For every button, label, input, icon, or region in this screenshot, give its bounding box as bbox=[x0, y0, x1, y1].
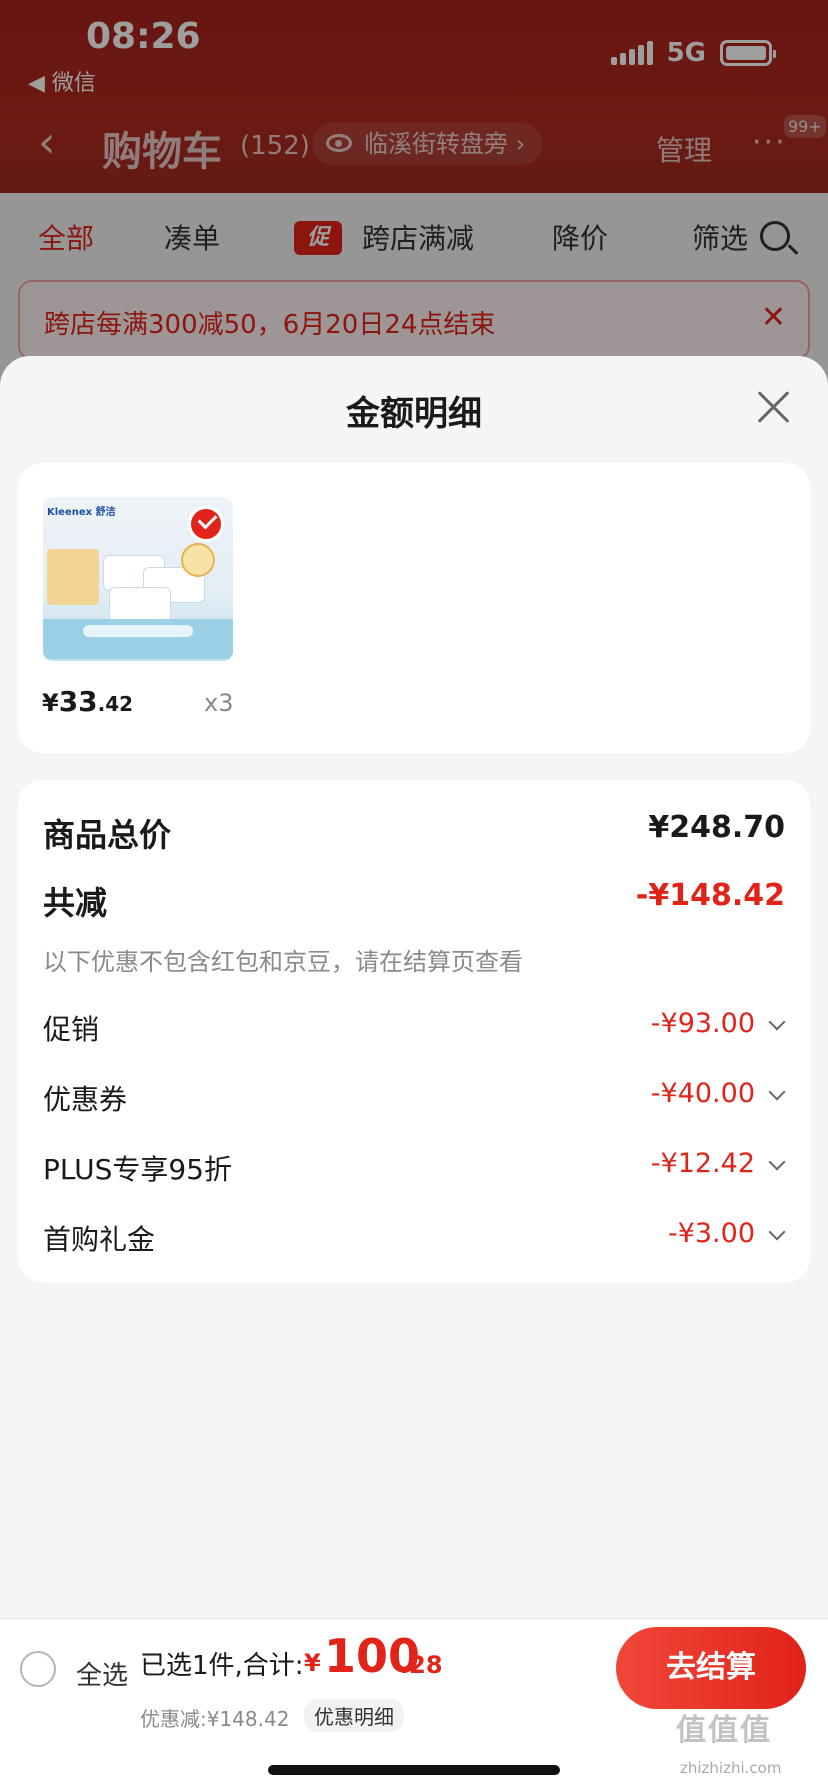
chevron-down-icon bbox=[768, 1083, 786, 1101]
discount-value: -¥12.42 bbox=[651, 1148, 786, 1179]
checkout-button[interactable]: 去结算 bbox=[616, 1627, 806, 1709]
watermark-url: zhizhizhi.com bbox=[680, 1759, 782, 1777]
close-icon[interactable] bbox=[754, 386, 794, 426]
total-price-label: 商品总价 bbox=[43, 816, 172, 854]
product-card: Kleenex 舒洁 ¥33.42 x3 bbox=[18, 463, 810, 753]
select-all-checkbox[interactable] bbox=[20, 1651, 56, 1687]
price-breakdown-card: 商品总价 ¥248.70 共减 -¥148.42 以下优惠不包含红包和京豆，请在… bbox=[18, 780, 810, 1282]
discount-label: 优惠券 bbox=[43, 1083, 128, 1116]
discount-label: 促销 bbox=[43, 1013, 100, 1046]
selected-check-icon[interactable] bbox=[188, 506, 224, 542]
chevron-down-icon bbox=[768, 1223, 786, 1241]
selected-summary: 已选1件,合计: bbox=[140, 1651, 304, 1681]
sheet-title: 金额明细 bbox=[346, 394, 482, 434]
store-hot-badge bbox=[181, 543, 215, 577]
discount-value: -¥93.00 bbox=[651, 1008, 786, 1039]
discount-summary: 优惠减:¥148.42 bbox=[140, 1707, 290, 1731]
chevron-down-icon bbox=[768, 1153, 786, 1171]
select-all-label[interactable]: 全选 bbox=[76, 1655, 128, 1692]
product-brand-logo: Kleenex 舒洁 bbox=[47, 507, 116, 518]
product-price: ¥33.42 bbox=[42, 685, 134, 718]
discount-value: -¥40.00 bbox=[651, 1078, 786, 1109]
total-currency: ¥ bbox=[304, 1649, 321, 1677]
watermark: 值值值 bbox=[676, 1713, 772, 1748]
total-amount-dec: .28 bbox=[400, 1651, 443, 1679]
amount-detail-sheet: 金额明细 Kleenex 舒洁 ¥33.42 x3 商品总价 ¥248.70 共… bbox=[0, 356, 828, 1792]
discount-detail-link[interactable]: 优惠明细 bbox=[304, 1699, 404, 1732]
discount-label: PLUS专享95折 bbox=[43, 1153, 232, 1186]
discount-value: -¥3.00 bbox=[668, 1218, 786, 1249]
discount-row[interactable]: 优惠券 -¥40.00 bbox=[43, 1078, 786, 1118]
discount-row[interactable]: PLUS专享95折 -¥12.42 bbox=[43, 1148, 786, 1188]
total-price-value: ¥248.70 bbox=[648, 810, 785, 845]
home-indicator bbox=[268, 1765, 560, 1775]
checkout-bar: 全选 已选1件,合计: ¥ 100 .28 优惠减:¥148.42 优惠明细 去… bbox=[0, 1618, 828, 1792]
discount-label: 首购礼金 bbox=[43, 1223, 156, 1256]
discount-row[interactable]: 促销 -¥93.00 bbox=[43, 1008, 786, 1048]
total-reduce-label: 共减 bbox=[43, 884, 108, 922]
product-quantity: x3 bbox=[204, 689, 234, 717]
discount-row[interactable]: 首购礼金 -¥3.00 bbox=[43, 1218, 786, 1258]
reduce-note: 以下优惠不包含红包和京豆，请在结算页查看 bbox=[43, 948, 523, 976]
total-price-row: 商品总价 ¥248.70 bbox=[43, 810, 785, 854]
total-reduce-value: -¥148.42 bbox=[635, 878, 785, 913]
chevron-down-icon bbox=[768, 1013, 786, 1031]
total-reduce-row: 共减 -¥148.42 bbox=[43, 878, 785, 922]
